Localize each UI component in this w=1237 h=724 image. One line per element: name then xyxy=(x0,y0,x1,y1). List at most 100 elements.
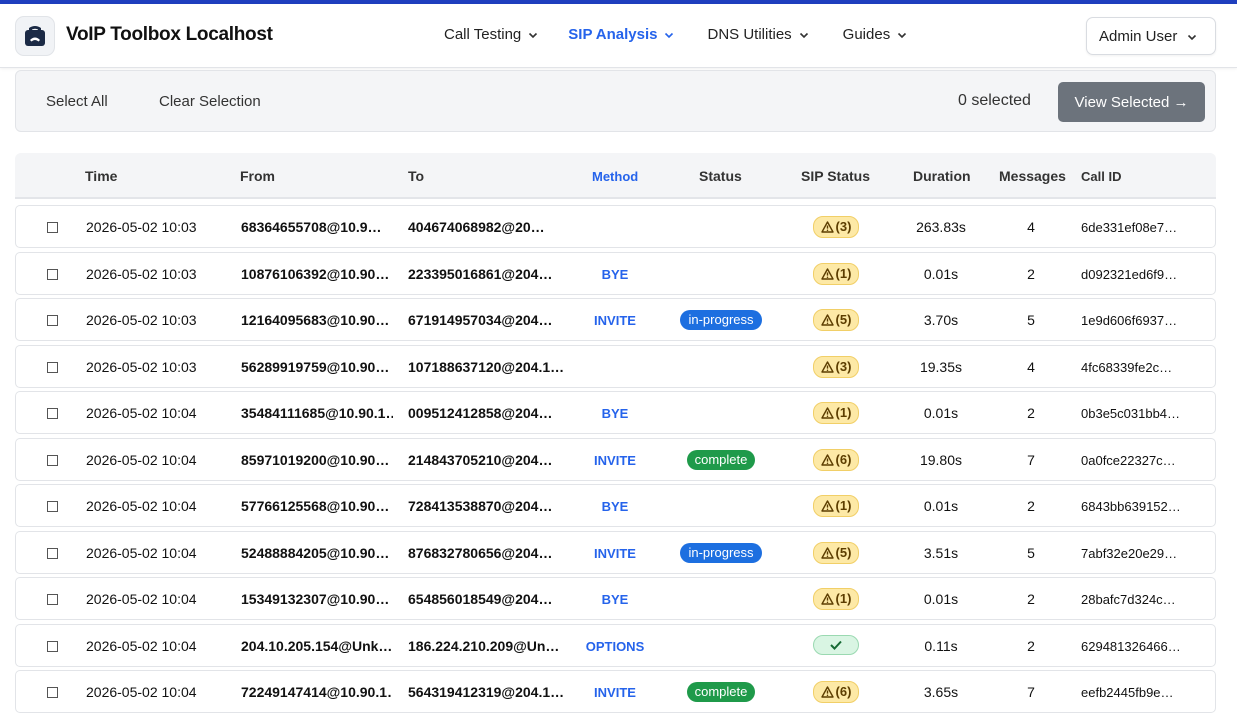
sip-warning-badge: (1) xyxy=(812,588,860,610)
cell-status: complete xyxy=(676,450,766,470)
cell-sip-status xyxy=(796,635,876,655)
cell-method: INVITE xyxy=(594,685,636,700)
cell-time: 2026-05-02 10:04 xyxy=(86,545,197,561)
cell-messages: 2 xyxy=(1027,591,1035,607)
cell-messages: 7 xyxy=(1027,452,1035,468)
warning-triangle-icon xyxy=(820,361,834,373)
cell-duration: 0.01s xyxy=(923,405,959,421)
row-checkbox[interactable] xyxy=(47,594,58,605)
warning-triangle-icon xyxy=(820,407,834,419)
table-row[interactable]: 2026-05-02 10:04 72249147414@10.90.1… 5643… xyxy=(15,670,1216,713)
header-from[interactable]: From xyxy=(240,168,275,184)
main-nav: Call Testing SIP Analysis DNS Utilities … xyxy=(444,26,907,43)
cell-messages: 7 xyxy=(1027,684,1035,700)
cell-status: in-progress xyxy=(676,310,766,330)
cell-call-id[interactable]: 1e9d606f6937… xyxy=(1081,313,1201,328)
row-checkbox[interactable] xyxy=(47,362,58,373)
sip-warning-count: (1) xyxy=(835,266,852,281)
warning-triangle-icon xyxy=(820,314,834,326)
row-checkbox[interactable] xyxy=(47,408,58,419)
clear-selection-button[interactable]: Clear Selection xyxy=(159,93,261,110)
sip-ok-badge xyxy=(813,635,859,655)
row-checkbox[interactable] xyxy=(47,315,58,326)
cell-to: 404674068982@20… xyxy=(408,219,545,235)
cell-time: 2026-05-02 10:03 xyxy=(86,219,197,235)
nav-call-testing[interactable]: Call Testing xyxy=(444,26,538,43)
selected-count: 0 selected xyxy=(958,92,1031,109)
table-row[interactable]: 2026-05-02 10:03 68364655708@10.9… 4046740… xyxy=(15,205,1216,248)
cell-duration: 263.83s xyxy=(916,219,966,235)
header-duration[interactable]: Duration xyxy=(913,168,971,184)
cell-messages: 2 xyxy=(1027,498,1035,514)
sip-warning-count: (5) xyxy=(835,312,852,327)
status-badge: complete xyxy=(686,682,756,702)
table-row[interactable]: 2026-05-02 10:04 57766125568@10.90… 728413… xyxy=(15,484,1216,527)
app-title: VoIP Toolbox Localhost xyxy=(66,24,273,45)
cell-call-id[interactable]: 4fc68339fe2c… xyxy=(1081,360,1201,375)
row-checkbox[interactable] xyxy=(47,641,58,652)
nav-guides[interactable]: Guides xyxy=(843,26,908,43)
view-selected-button[interactable]: View Selected → xyxy=(1058,82,1205,122)
table-row[interactable]: 2026-05-02 10:04 85971019200@10.90… 214843… xyxy=(15,438,1216,481)
header-call-id[interactable]: Call ID xyxy=(1081,169,1121,184)
sip-warning-badge: (3) xyxy=(812,216,860,238)
cell-time: 2026-05-02 10:04 xyxy=(86,591,197,607)
cell-call-id[interactable]: 6843bb639152… xyxy=(1081,499,1201,514)
cell-call-id[interactable]: eefb2445fb9e… xyxy=(1081,685,1201,700)
cell-call-id[interactable]: d092321ed6f9… xyxy=(1081,267,1201,282)
cell-sip-status: (1) xyxy=(796,263,876,285)
row-checkbox[interactable] xyxy=(47,548,58,559)
row-checkbox[interactable] xyxy=(47,501,58,512)
row-checkbox[interactable] xyxy=(47,269,58,280)
table-row[interactable]: 2026-05-02 10:03 12164095683@10.90… 671914… xyxy=(15,298,1216,341)
header-status[interactable]: Status xyxy=(699,168,742,184)
header-messages[interactable]: Messages xyxy=(999,168,1066,184)
header-to[interactable]: To xyxy=(408,168,424,184)
status-badge: in-progress xyxy=(680,543,762,563)
header-method[interactable]: Method xyxy=(592,169,638,184)
warning-triangle-icon xyxy=(820,221,834,233)
sip-warning-badge: (6) xyxy=(812,681,860,703)
cell-duration: 0.01s xyxy=(923,266,959,282)
cell-from: 35484111685@10.90.1… xyxy=(241,405,393,421)
cell-to: 107188637120@204.1… xyxy=(408,359,563,375)
logo[interactable] xyxy=(15,16,55,56)
cell-method: BYE xyxy=(601,499,629,514)
row-checkbox[interactable] xyxy=(47,222,58,233)
cell-status: complete xyxy=(676,682,766,702)
cell-from: 72249147414@10.90.1… xyxy=(241,684,393,700)
row-checkbox[interactable] xyxy=(47,455,58,466)
cell-messages: 5 xyxy=(1027,545,1035,561)
cell-call-id[interactable]: 28bafc7d324c… xyxy=(1081,592,1201,607)
cell-to: 186.224.210.209@Un… xyxy=(408,638,560,654)
nav-sip-analysis[interactable]: SIP Analysis xyxy=(568,26,674,43)
header-time[interactable]: Time xyxy=(85,168,117,184)
cell-call-id[interactable]: 7abf32e20e29… xyxy=(1081,546,1201,561)
cell-call-id[interactable]: 0a0fce22327c… xyxy=(1081,453,1201,468)
table-row[interactable]: 2026-05-02 10:03 56289919759@10.90… 107188… xyxy=(15,345,1216,388)
table-row[interactable]: 2026-05-02 10:04 35484111685@10.90.1… 0095… xyxy=(15,391,1216,434)
cell-call-id[interactable]: 6de331ef08e7… xyxy=(1081,220,1201,235)
warning-triangle-icon xyxy=(820,454,834,466)
cell-method: BYE xyxy=(601,592,629,607)
cell-to: 671914957034@204… xyxy=(408,312,553,328)
row-checkbox[interactable] xyxy=(47,687,58,698)
cell-from: 12164095683@10.90… xyxy=(241,312,390,328)
table-row[interactable]: 2026-05-02 10:04 15349132307@10.90… 654856… xyxy=(15,577,1216,620)
cell-duration: 3.51s xyxy=(923,545,959,561)
header-sip-status[interactable]: SIP Status xyxy=(801,168,870,184)
sip-warning-badge: (1) xyxy=(812,402,860,424)
select-all-button[interactable]: Select All xyxy=(46,93,108,110)
table-row[interactable]: 2026-05-02 10:04 52488884205@10.90… 876832… xyxy=(15,531,1216,574)
sip-warning-badge: (6) xyxy=(812,449,860,471)
table-row[interactable]: 2026-05-02 10:04 204.10.205.154@Unk… 186.2… xyxy=(15,624,1216,667)
sip-warning-count: (3) xyxy=(835,359,852,374)
cell-sip-status: (1) xyxy=(796,588,876,610)
table-row[interactable]: 2026-05-02 10:03 10876106392@10.90… 223395… xyxy=(15,252,1216,295)
nav-dns-utilities[interactable]: DNS Utilities xyxy=(707,26,808,43)
cell-call-id[interactable]: 0b3e5c031bb4… xyxy=(1081,406,1201,421)
sip-warning-count: (5) xyxy=(835,545,852,560)
cell-call-id[interactable]: 629481326466… xyxy=(1081,639,1201,654)
status-badge: complete xyxy=(686,450,756,470)
user-menu-button[interactable]: Admin User xyxy=(1086,17,1216,55)
